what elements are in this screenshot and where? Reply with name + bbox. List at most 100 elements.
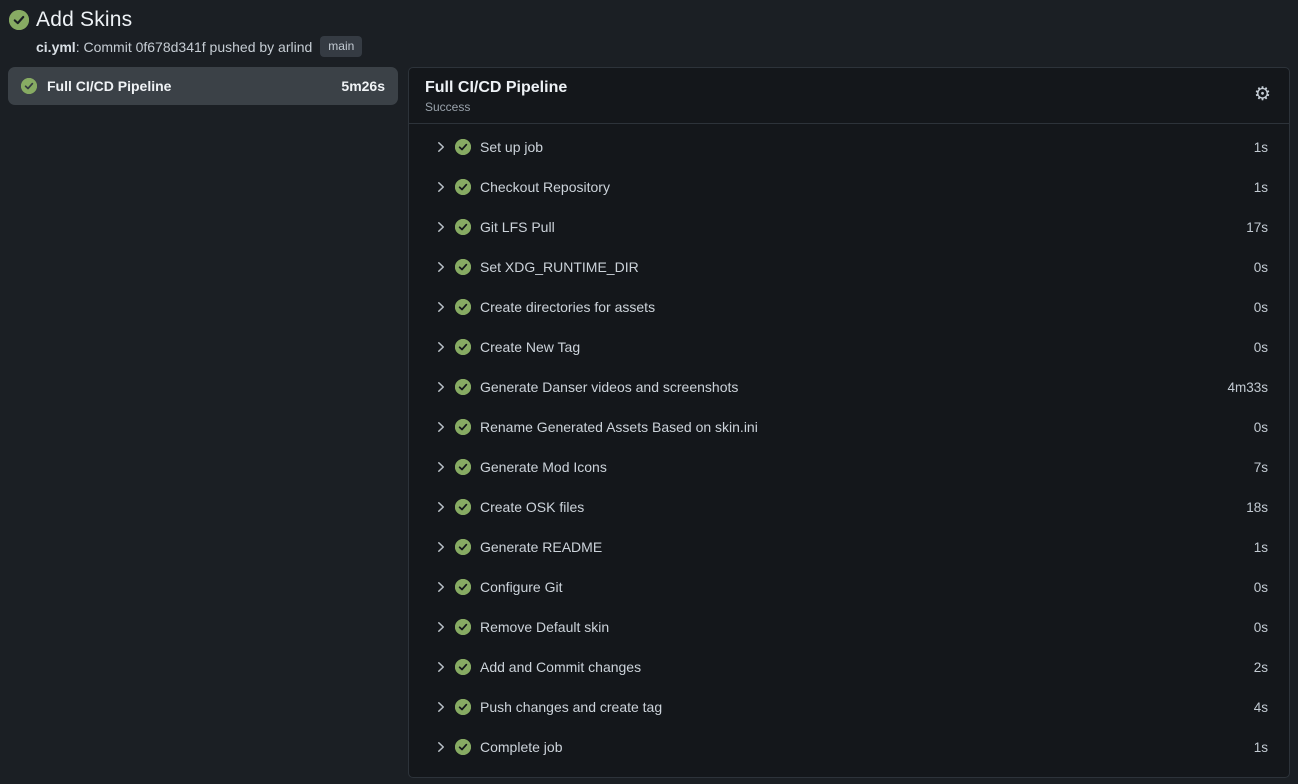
step-name: Set XDG_RUNTIME_DIR — [480, 259, 639, 275]
chevron-right-icon — [434, 220, 448, 234]
step-row[interactable]: Set XDG_RUNTIME_DIR 0s — [409, 247, 1289, 287]
step-status-success-icon — [455, 259, 471, 275]
chevron-right-icon — [434, 660, 448, 674]
step-duration: 18s — [1246, 500, 1268, 515]
step-duration: 0s — [1254, 260, 1268, 275]
step-name: Complete job — [480, 739, 563, 755]
job-status-success-icon — [21, 78, 37, 94]
step-duration: 0s — [1254, 580, 1268, 595]
step-row[interactable]: Checkout Repository 1s — [409, 167, 1289, 207]
chevron-right-icon — [434, 340, 448, 354]
chevron-right-icon — [434, 460, 448, 474]
step-name: Generate Mod Icons — [480, 459, 607, 475]
step-name: Set up job — [480, 139, 543, 155]
step-name: Generate README — [480, 539, 602, 555]
step-row[interactable]: Generate README 1s — [409, 527, 1289, 567]
chevron-right-icon — [434, 740, 448, 754]
step-name: Create New Tag — [480, 339, 580, 355]
chevron-right-icon — [434, 700, 448, 714]
step-duration: 0s — [1254, 300, 1268, 315]
job-duration: 5m26s — [341, 78, 385, 94]
step-row[interactable]: Configure Git 0s — [409, 567, 1289, 607]
chevron-right-icon — [434, 180, 448, 194]
chevron-right-icon — [434, 420, 448, 434]
step-name: Checkout Repository — [480, 179, 610, 195]
step-list: Set up job 1s Checkout Repository 1s — [409, 124, 1289, 767]
step-duration: 4s — [1254, 700, 1268, 715]
step-status-success-icon — [455, 539, 471, 555]
step-name: Push changes and create tag — [480, 699, 662, 715]
chevron-right-icon — [434, 500, 448, 514]
step-row[interactable]: Generate Mod Icons 7s — [409, 447, 1289, 487]
chevron-right-icon — [434, 540, 448, 554]
run-header: Add Skins ci.yml: Commit 0f678d341f push… — [0, 0, 1298, 57]
step-name: Configure Git — [480, 579, 562, 595]
step-row[interactable]: Git LFS Pull 17s — [409, 207, 1289, 247]
step-row[interactable]: Complete job 1s — [409, 727, 1289, 767]
step-name: Create OSK files — [480, 499, 584, 515]
step-row[interactable]: Remove Default skin 0s — [409, 607, 1289, 647]
step-status-success-icon — [455, 739, 471, 755]
step-row[interactable]: Generate Danser videos and screenshots 4… — [409, 367, 1289, 407]
step-row[interactable]: Set up job 1s — [409, 127, 1289, 167]
chevron-right-icon — [434, 580, 448, 594]
workflow-file-name: ci.yml — [36, 39, 76, 55]
step-status-success-icon — [455, 379, 471, 395]
step-duration: 2s — [1254, 660, 1268, 675]
run-content: Full CI/CD Pipeline 5m26s Full CI/CD Pip… — [0, 57, 1298, 778]
job-detail-status: Success — [425, 100, 1252, 114]
chevron-right-icon — [434, 620, 448, 634]
step-status-success-icon — [455, 419, 471, 435]
step-name: Git LFS Pull — [480, 219, 555, 235]
job-item-full-ci-cd-pipeline[interactable]: Full CI/CD Pipeline 5m26s — [8, 67, 398, 105]
step-row[interactable]: Rename Generated Assets Based on skin.in… — [409, 407, 1289, 447]
step-duration: 0s — [1254, 340, 1268, 355]
step-duration: 1s — [1254, 740, 1268, 755]
run-title: Add Skins — [36, 8, 132, 32]
step-name: Remove Default skin — [480, 619, 609, 635]
job-name: Full CI/CD Pipeline — [47, 78, 331, 94]
step-row[interactable]: Push changes and create tag 4s — [409, 687, 1289, 727]
gear-icon[interactable]: ⚙ — [1252, 79, 1273, 110]
step-duration: 0s — [1254, 620, 1268, 635]
step-name: Add and Commit changes — [480, 659, 641, 675]
step-name: Create directories for assets — [480, 299, 655, 315]
step-status-success-icon — [455, 459, 471, 475]
job-detail-header: Full CI/CD Pipeline Success ⚙ — [409, 68, 1289, 124]
step-status-success-icon — [455, 179, 471, 195]
step-status-success-icon — [455, 339, 471, 355]
chevron-right-icon — [434, 140, 448, 154]
step-status-success-icon — [455, 499, 471, 515]
run-subtitle: ci.yml: Commit 0f678d341f pushed by arli… — [36, 36, 1288, 57]
job-detail-panel: Full CI/CD Pipeline Success ⚙ Set up job… — [408, 67, 1290, 778]
chevron-right-icon — [434, 260, 448, 274]
jobs-sidebar: Full CI/CD Pipeline 5m26s — [8, 67, 398, 105]
step-status-success-icon — [455, 219, 471, 235]
step-row[interactable]: Create directories for assets 0s — [409, 287, 1289, 327]
commit-text: : Commit 0f678d341f pushed by arlind — [76, 39, 313, 55]
step-duration: 4m33s — [1227, 380, 1268, 395]
step-duration: 17s — [1246, 220, 1268, 235]
step-duration: 1s — [1254, 180, 1268, 195]
step-duration: 1s — [1254, 540, 1268, 555]
step-name: Generate Danser videos and screenshots — [480, 379, 738, 395]
run-status-success-icon — [9, 10, 29, 30]
step-status-success-icon — [455, 659, 471, 675]
step-status-success-icon — [455, 619, 471, 635]
step-status-success-icon — [455, 299, 471, 315]
step-duration: 0s — [1254, 420, 1268, 435]
job-detail-title: Full CI/CD Pipeline — [425, 79, 1252, 97]
chevron-right-icon — [434, 300, 448, 314]
step-status-success-icon — [455, 699, 471, 715]
step-status-success-icon — [455, 579, 471, 595]
branch-badge[interactable]: main — [320, 36, 362, 57]
run-commit-info: ci.yml: Commit 0f678d341f pushed by arli… — [36, 39, 312, 55]
step-duration: 7s — [1254, 460, 1268, 475]
step-row[interactable]: Add and Commit changes 2s — [409, 647, 1289, 687]
chevron-right-icon — [434, 380, 448, 394]
step-name: Rename Generated Assets Based on skin.in… — [480, 419, 758, 435]
step-duration: 1s — [1254, 140, 1268, 155]
step-row[interactable]: Create New Tag 0s — [409, 327, 1289, 367]
step-status-success-icon — [455, 139, 471, 155]
step-row[interactable]: Create OSK files 18s — [409, 487, 1289, 527]
